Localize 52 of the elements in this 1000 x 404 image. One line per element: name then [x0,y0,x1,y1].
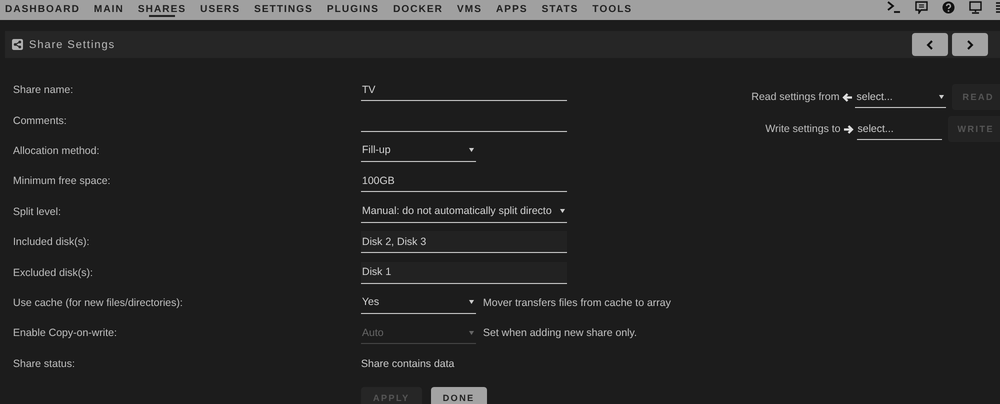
settings-label: Read settings from [751,91,840,103]
help-text: Mover transfers files from cache to array [483,296,671,309]
field-label: Use cache (for new files/directories): [13,296,184,309]
nav-tab[interactable]: VMS [457,0,482,20]
share-icon [12,39,23,50]
nav-tab[interactable]: TOOLS [592,0,632,20]
monitor-icon[interactable] [969,1,982,14]
field-label: Comments: [13,114,68,127]
disk-picker-field[interactable]: Disk 2, Disk 3 [361,231,567,254]
settings-label: Write settings to [765,123,840,135]
nav-tab[interactable]: DOCKER [393,0,443,20]
dropdown[interactable]: Fill-up [361,140,476,162]
caret-icon [469,300,474,304]
text-field[interactable]: 100GB [361,170,567,192]
nav-tab[interactable]: MAIN [94,0,124,20]
list-icon[interactable] [996,1,1000,14]
nav-tab[interactable]: SETTINGS [254,0,313,20]
field-label: Share status: [13,358,76,370]
chevron-left-icon [926,40,934,50]
field-label: Enable Copy-on-write: [13,327,118,340]
next-button[interactable] [952,33,988,56]
nav-tab[interactable]: DASHBOARD [5,0,80,20]
previous-button[interactable] [912,33,948,56]
help-icon[interactable] [942,1,955,14]
nav-tab[interactable]: APPS [496,0,528,20]
dropdown[interactable]: Manual: do not automatically split directo [361,200,567,223]
caret-icon [469,148,474,152]
caret-icon [939,94,944,98]
disk-picker-field[interactable]: Disk 1 [361,262,567,284]
arrow-left-icon [842,92,852,102]
nav-tab[interactable]: PLUGINS [326,0,380,20]
dropdown[interactable]: Yes [361,292,476,314]
field-label: Split level: [13,206,62,218]
caret-icon [560,209,565,214]
field-label: Excluded disk(s): [13,266,94,279]
arrow-right-icon [844,124,854,134]
text-field[interactable]: TV [361,79,567,102]
nav-tab[interactable]: SHARES [138,0,186,20]
field-label: Included disk(s): [13,236,90,248]
panel-title: Share Settings [29,38,116,50]
status-text: Share contains data [361,358,454,370]
field-label: Minimum free space: [13,175,112,188]
form-button[interactable]: DONE [430,386,487,404]
caret-icon [469,330,474,335]
chat-icon[interactable] [915,1,928,14]
help-text: Set when adding new share only. [483,327,637,340]
chevron-right-icon [966,40,974,50]
terminal-icon[interactable] [887,1,901,14]
field-label: Share name: [13,84,74,96]
nav-tab[interactable]: USERS [200,0,240,20]
field-label: Allocation method: [13,144,100,157]
nav-tab[interactable]: STATS [542,0,578,20]
